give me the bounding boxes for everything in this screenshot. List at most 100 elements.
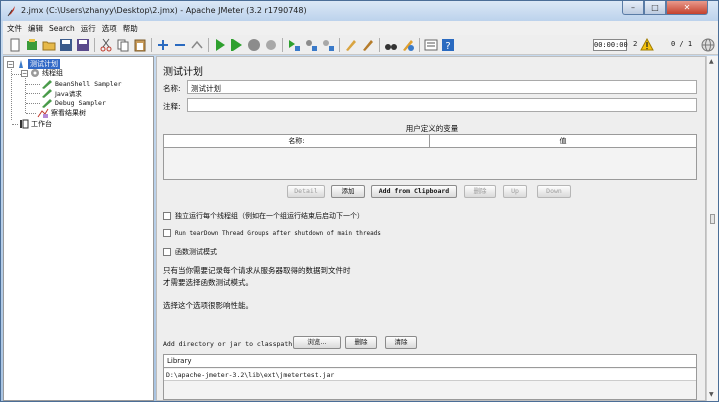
performance-note: 选择这个选项很影响性能。 bbox=[163, 301, 253, 310]
paste-icon[interactable] bbox=[132, 37, 148, 53]
classpath-delete-button[interactable]: 删除 bbox=[345, 336, 377, 349]
tree-label-thread-group: 线程组 bbox=[42, 69, 63, 77]
tree-node-view-results-tree[interactable]: 察看结果树 bbox=[37, 108, 86, 118]
active-threads: 0 / 1 bbox=[671, 40, 693, 48]
serialize-label: 独立运行每个线程组（例如在一个组运行结束后启动下一个） bbox=[175, 212, 364, 220]
column-name[interactable]: 名称: bbox=[164, 135, 430, 148]
save-as-icon[interactable] bbox=[75, 37, 91, 53]
app-window: 2.jmx (C:\Users\zhanyy\Desktop\2.jmx) - … bbox=[0, 0, 719, 402]
panel-title: 测试计划 bbox=[163, 67, 203, 78]
workbench-icon bbox=[20, 119, 29, 129]
scroll-up-arrow-icon[interactable]: ▲ bbox=[709, 58, 714, 65]
tree-label-workbench: 工作台 bbox=[31, 120, 52, 128]
sampler-pen-icon bbox=[42, 99, 52, 108]
down-button[interactable]: Down bbox=[537, 185, 571, 198]
column-library[interactable]: Library bbox=[164, 355, 696, 368]
save-icon[interactable] bbox=[58, 37, 74, 53]
classpath-clear-button[interactable]: 清除 bbox=[385, 336, 417, 349]
open-folder-icon[interactable] bbox=[41, 37, 57, 53]
tree-collapse-group[interactable]: − bbox=[21, 70, 28, 77]
listener-chart-icon bbox=[37, 108, 49, 118]
cut-icon[interactable] bbox=[98, 37, 114, 53]
svg-text:?: ? bbox=[445, 41, 450, 52]
up-button[interactable]: Up bbox=[503, 185, 527, 198]
shutdown-icon[interactable] bbox=[263, 37, 279, 53]
tree-collapse-root[interactable]: − bbox=[7, 61, 14, 68]
detail-button[interactable]: Detail bbox=[287, 185, 325, 198]
menu-help[interactable]: 帮助 bbox=[123, 23, 138, 34]
library-row[interactable]: D:\apache-jmeter-3.2\lib\ext\jmetertest.… bbox=[164, 369, 696, 381]
remote-start-icon[interactable] bbox=[286, 37, 302, 53]
comment-label: 注释: bbox=[163, 102, 181, 111]
collapse-all-icon[interactable] bbox=[172, 37, 188, 53]
scroll-thumb[interactable] bbox=[710, 214, 715, 224]
name-label: 名称: bbox=[163, 84, 181, 93]
name-field[interactable]: 测试计划 bbox=[187, 80, 697, 94]
clear-all-icon[interactable] bbox=[360, 37, 376, 53]
window-title: 2.jmx (C:\Users\zhanyy\Desktop\2.jmx) - … bbox=[21, 6, 307, 15]
teardown-checkbox[interactable]: Run tearDown Thread Groups after shutdow… bbox=[163, 229, 381, 237]
close-button[interactable]: ✕ bbox=[666, 1, 708, 15]
remote-exit-icon[interactable] bbox=[320, 37, 336, 53]
remote-stop-icon[interactable] bbox=[303, 37, 319, 53]
test-plan-panel: 测试计划 名称: 测试计划 注释: 用户定义的变量 名称: 值 Detail 添… bbox=[156, 56, 706, 401]
comment-field[interactable] bbox=[187, 98, 697, 112]
tree-label-java-request: Java请求 bbox=[55, 90, 82, 98]
tree-node-debug-sampler[interactable]: Debug Sampler bbox=[41, 98, 106, 108]
jmeter-feather-icon bbox=[7, 6, 15, 17]
classpath-library-table[interactable]: Library D:\apache-jmeter-3.2\lib\ext\jme… bbox=[163, 354, 697, 400]
checkbox-box[interactable] bbox=[163, 248, 171, 256]
delete-button[interactable]: 删除 bbox=[464, 185, 496, 198]
menu-run[interactable]: 运行 bbox=[81, 23, 96, 34]
copy-icon[interactable] bbox=[115, 37, 131, 53]
tree-node-thread-group[interactable]: 线程组 bbox=[30, 68, 63, 78]
menu-bar: 文件 编辑 Search 运行 选项 帮助 bbox=[3, 21, 718, 35]
reset-search-icon[interactable] bbox=[400, 37, 416, 53]
maximize-button[interactable]: □ bbox=[644, 1, 666, 15]
test-plan-icon bbox=[19, 60, 23, 68]
error-count: 2 bbox=[633, 40, 638, 48]
tree-node-workbench[interactable]: 工作台 bbox=[19, 119, 52, 129]
user-variables-table[interactable]: 名称: 值 bbox=[163, 134, 697, 180]
toggle-icon[interactable] bbox=[189, 37, 205, 53]
vertical-scrollbar[interactable]: ▲ ▼ bbox=[706, 56, 718, 401]
help-icon[interactable]: ? bbox=[440, 37, 456, 53]
tree-label-beanshell: BeanShell Sampler bbox=[55, 80, 122, 88]
elapsed-time: 00:00:00 bbox=[593, 39, 628, 51]
search-binoculars-icon[interactable] bbox=[383, 37, 399, 53]
tree-label-debug: Debug Sampler bbox=[55, 99, 106, 107]
tree-node-java-request[interactable]: Java请求 bbox=[41, 88, 82, 98]
new-icon[interactable] bbox=[7, 37, 23, 53]
teardown-label: Run tearDown Thread Groups after shutdow… bbox=[175, 229, 381, 237]
menu-file[interactable]: 文件 bbox=[7, 23, 22, 34]
stop-icon[interactable] bbox=[246, 37, 262, 53]
functional-note-line-2: 才需要选择函数测试模式。 bbox=[163, 278, 253, 287]
toolbar: ? 00:00:00 2 0 / 1 bbox=[3, 35, 718, 55]
user-variables-title: 用户定义的变量 bbox=[405, 124, 459, 133]
column-value[interactable]: 值 bbox=[430, 135, 696, 148]
start-no-pauses-icon[interactable] bbox=[229, 37, 245, 53]
browse-button[interactable]: 浏览... bbox=[293, 336, 341, 349]
remote-globe-icon bbox=[701, 38, 715, 52]
scroll-down-arrow-icon[interactable]: ▼ bbox=[709, 391, 714, 398]
warning-icon[interactable] bbox=[640, 38, 654, 51]
functional-mode-label: 函数测试模式 bbox=[175, 248, 217, 256]
menu-edit[interactable]: 编辑 bbox=[28, 23, 43, 34]
expand-all-icon[interactable] bbox=[155, 37, 171, 53]
menu-options[interactable]: 选项 bbox=[102, 23, 117, 34]
add-button[interactable]: 添加 bbox=[331, 185, 365, 198]
title-bar[interactable]: 2.jmx (C:\Users\zhanyy\Desktop\2.jmx) - … bbox=[1, 1, 718, 21]
clear-icon[interactable] bbox=[343, 37, 359, 53]
add-from-clipboard-button[interactable]: Add from Clipboard bbox=[371, 185, 457, 198]
checkbox-box[interactable] bbox=[163, 212, 171, 220]
functional-mode-checkbox[interactable]: 函数测试模式 bbox=[163, 247, 217, 257]
function-helper-icon[interactable] bbox=[423, 37, 439, 53]
serialize-threadgroups-checkbox[interactable]: 独立运行每个线程组（例如在一个组运行结束后启动下一个） bbox=[163, 211, 364, 221]
functional-note-line-1: 只有当你需要记录每个请求从服务器取得的数据到文件时 bbox=[163, 266, 351, 275]
menu-search[interactable]: Search bbox=[49, 24, 75, 33]
tree-label-view-results: 察看结果树 bbox=[51, 109, 86, 117]
minimize-button[interactable]: – bbox=[622, 1, 644, 15]
templates-icon[interactable] bbox=[24, 37, 40, 53]
checkbox-box[interactable] bbox=[163, 229, 171, 237]
start-icon[interactable] bbox=[212, 37, 228, 53]
